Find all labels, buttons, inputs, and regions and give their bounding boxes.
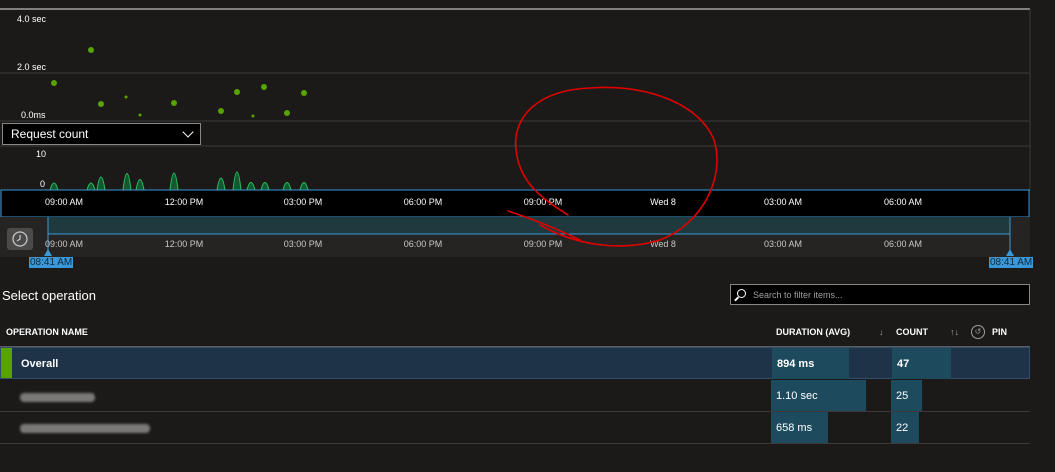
operation-duration: 894 ms [777, 358, 815, 370]
range-end-label: 08:41 AM [989, 257, 1034, 268]
operation-count: 25 [896, 390, 909, 402]
table-row[interactable]: 658 ms 22 [0, 412, 1030, 444]
time-axis-tick: 09:00 PM [524, 197, 563, 207]
redacted-operation-name [20, 424, 150, 433]
duration-y-label: 2.0 sec [17, 62, 47, 72]
chevron-down-icon [182, 126, 194, 138]
column-header-count[interactable]: COUNT [896, 327, 928, 337]
duration-point[interactable] [171, 100, 177, 106]
range-tick: 03:00 AM [764, 239, 802, 249]
operation-name: Overall [21, 358, 59, 370]
duration-point[interactable] [51, 80, 57, 86]
column-header-pin[interactable]: PIN [992, 327, 1007, 337]
time-axis-tick: 03:00 PM [284, 197, 323, 207]
request-count-area [48, 171, 1030, 191]
duration-point[interactable] [88, 47, 94, 53]
operation-duration: 1.10 sec [776, 390, 818, 402]
sort-icon[interactable]: ↑↓ [950, 327, 959, 337]
range-tick: 09:00 PM [524, 239, 563, 249]
operation-duration: 658 ms [776, 422, 813, 434]
duration-point[interactable] [218, 108, 224, 114]
range-tick: 12:00 PM [165, 239, 204, 249]
column-header-duration[interactable]: DURATION (AVG) [776, 327, 850, 337]
operation-search-box[interactable] [730, 284, 1030, 305]
selected-range-fill[interactable] [48, 217, 1010, 234]
duration-y-label: 0.0ms [21, 110, 46, 120]
pin-icon[interactable]: ↺ [971, 325, 985, 339]
duration-point[interactable] [284, 110, 290, 116]
redacted-operation-name [20, 393, 95, 402]
range-tick: 06:00 AM [884, 239, 922, 249]
duration-point[interactable] [234, 89, 240, 95]
duration-point[interactable] [138, 113, 142, 117]
duration-point[interactable] [124, 95, 128, 99]
duration-point[interactable] [301, 90, 307, 96]
app-insights-performance: 4.0 sec 2.0 sec 0.0ms 10 0 09:00 AM 12:0… [0, 0, 1055, 472]
duration-point[interactable] [98, 101, 104, 107]
duration-points [51, 47, 307, 118]
range-tick: 09:00 AM [45, 239, 83, 249]
time-axis-tick: 03:00 AM [764, 197, 802, 207]
table-row[interactable]: 1.10 sec 25 [0, 380, 1030, 412]
column-header-operation-name[interactable]: OPERATION NAME [6, 327, 88, 337]
duration-point[interactable] [251, 114, 255, 118]
time-axis-tick: Wed 8 [650, 197, 676, 207]
reset-zoom-button[interactable] [7, 228, 33, 250]
range-start-label: 08:41 AM [29, 257, 74, 268]
metric-dropdown[interactable]: Request count [2, 123, 201, 145]
time-axis-tick: 06:00 PM [404, 197, 443, 207]
select-operation-title: Select operation [2, 288, 96, 303]
range-tick: 06:00 PM [404, 239, 443, 249]
count-y-label: 0 [40, 179, 45, 189]
time-axis-tick: 12:00 PM [165, 197, 204, 207]
time-axis-tick: 09:00 AM [45, 197, 83, 207]
selected-row-accent [1, 348, 12, 378]
table-row-overall[interactable]: Overall 894 ms 47 [0, 347, 1030, 379]
reset-icon [12, 231, 28, 247]
metric-dropdown-value: Request count [11, 127, 89, 141]
range-tick: 03:00 PM [284, 239, 323, 249]
time-axis-tick: 06:00 AM [884, 197, 922, 207]
count-y-label: 10 [36, 149, 46, 159]
duration-y-label: 4.0 sec [17, 14, 47, 24]
search-icon [737, 289, 746, 298]
range-tick: Wed 8 [650, 239, 676, 249]
operation-count: 22 [896, 422, 909, 434]
sort-desc-icon[interactable]: ↓ [879, 327, 884, 337]
time-range-selector[interactable]: 09:00 AM 12:00 PM 03:00 PM 06:00 PM 09:0… [0, 217, 1030, 257]
operation-count: 47 [897, 358, 910, 370]
operation-search-input[interactable] [753, 287, 1023, 302]
duration-point[interactable] [261, 84, 267, 90]
